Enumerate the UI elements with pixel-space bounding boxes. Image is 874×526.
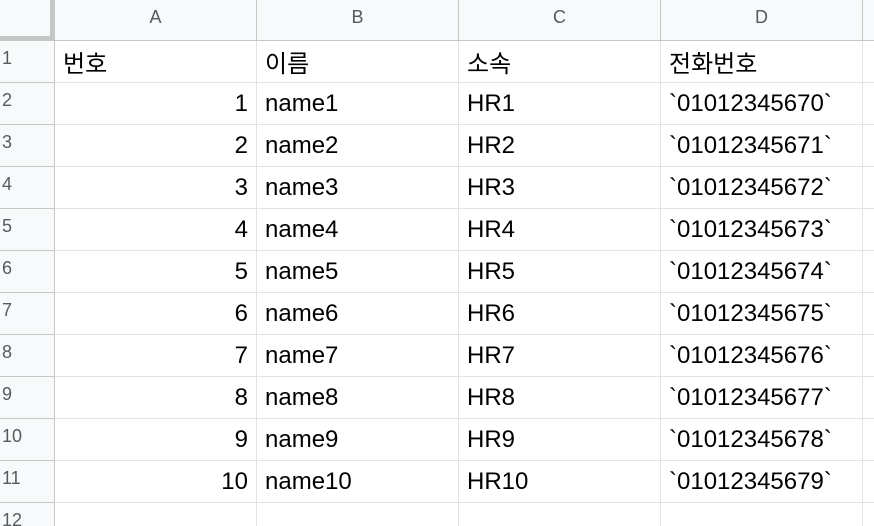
cell-e5[interactable] <box>863 209 874 251</box>
cell-c12[interactable] <box>459 503 661 526</box>
cell-d2[interactable]: `01012345670` <box>661 83 863 125</box>
cell-c3[interactable]: HR2 <box>459 125 661 167</box>
row-header-10[interactable]: 10 <box>0 419 55 461</box>
cell-c11[interactable]: HR10 <box>459 461 661 503</box>
row-header-2[interactable]: 2 <box>0 83 55 125</box>
cell-b6[interactable]: name5 <box>257 251 459 293</box>
cell-a11[interactable]: 10 <box>55 461 257 503</box>
cell-d12[interactable] <box>661 503 863 526</box>
cell-d11[interactable]: `01012345679` <box>661 461 863 503</box>
cell-d10[interactable]: `01012345678` <box>661 419 863 461</box>
cell-d7[interactable]: `01012345675` <box>661 293 863 335</box>
cell-b10[interactable]: name9 <box>257 419 459 461</box>
cell-b1[interactable]: 이름 <box>257 41 459 83</box>
cell-a2[interactable]: 1 <box>55 83 257 125</box>
spreadsheet-grid: A B C D 1 번호 이름 소속 전화번호 2 1 name1 HR1 `0… <box>0 0 874 526</box>
cell-b9[interactable]: name8 <box>257 377 459 419</box>
row-header-1[interactable]: 1 <box>0 41 55 83</box>
cell-b3[interactable]: name2 <box>257 125 459 167</box>
cell-d4[interactable]: `01012345672` <box>661 167 863 209</box>
cell-a3[interactable]: 2 <box>55 125 257 167</box>
cell-e7[interactable] <box>863 293 874 335</box>
cell-e9[interactable] <box>863 377 874 419</box>
column-header-c[interactable]: C <box>459 0 661 41</box>
cell-a12[interactable] <box>55 503 257 526</box>
row-header-4[interactable]: 4 <box>0 167 55 209</box>
cell-e12[interactable] <box>863 503 874 526</box>
cell-b4[interactable]: name3 <box>257 167 459 209</box>
cell-b12[interactable] <box>257 503 459 526</box>
cell-d5[interactable]: `01012345673` <box>661 209 863 251</box>
cell-c6[interactable]: HR5 <box>459 251 661 293</box>
cell-c7[interactable]: HR6 <box>459 293 661 335</box>
cell-d1[interactable]: 전화번호 <box>661 41 863 83</box>
column-header-b[interactable]: B <box>257 0 459 41</box>
cell-e10[interactable] <box>863 419 874 461</box>
cell-d9[interactable]: `01012345677` <box>661 377 863 419</box>
cell-d3[interactable]: `01012345671` <box>661 125 863 167</box>
cell-d8[interactable]: `01012345676` <box>661 335 863 377</box>
cell-b7[interactable]: name6 <box>257 293 459 335</box>
cell-b5[interactable]: name4 <box>257 209 459 251</box>
cell-b11[interactable]: name10 <box>257 461 459 503</box>
cell-c4[interactable]: HR3 <box>459 167 661 209</box>
cell-a9[interactable]: 8 <box>55 377 257 419</box>
row-header-8[interactable]: 8 <box>0 335 55 377</box>
row-header-6[interactable]: 6 <box>0 251 55 293</box>
cell-a8[interactable]: 7 <box>55 335 257 377</box>
row-header-3[interactable]: 3 <box>0 125 55 167</box>
cell-c5[interactable]: HR4 <box>459 209 661 251</box>
cell-a6[interactable]: 5 <box>55 251 257 293</box>
cell-a5[interactable]: 4 <box>55 209 257 251</box>
row-header-12[interactable]: 12 <box>0 503 55 526</box>
cell-c10[interactable]: HR9 <box>459 419 661 461</box>
row-header-7[interactable]: 7 <box>0 293 55 335</box>
cell-e8[interactable] <box>863 335 874 377</box>
cell-e3[interactable] <box>863 125 874 167</box>
cell-a1[interactable]: 번호 <box>55 41 257 83</box>
cell-c1[interactable]: 소속 <box>459 41 661 83</box>
row-header-9[interactable]: 9 <box>0 377 55 419</box>
column-header-a[interactable]: A <box>55 0 257 41</box>
row-header-11[interactable]: 11 <box>0 461 55 503</box>
cell-e4[interactable] <box>863 167 874 209</box>
cell-d6[interactable]: `01012345674` <box>661 251 863 293</box>
cell-e6[interactable] <box>863 251 874 293</box>
cell-e11[interactable] <box>863 461 874 503</box>
cell-e1[interactable] <box>863 41 874 83</box>
column-header-d[interactable]: D <box>661 0 863 41</box>
column-header-e[interactable] <box>863 0 874 41</box>
cell-c9[interactable]: HR8 <box>459 377 661 419</box>
cell-b2[interactable]: name1 <box>257 83 459 125</box>
select-all-corner[interactable] <box>0 0 55 41</box>
cell-c8[interactable]: HR7 <box>459 335 661 377</box>
spreadsheet: A B C D 1 번호 이름 소속 전화번호 2 1 name1 HR1 `0… <box>0 0 874 526</box>
cell-e2[interactable] <box>863 83 874 125</box>
row-header-5[interactable]: 5 <box>0 209 55 251</box>
cell-a7[interactable]: 6 <box>55 293 257 335</box>
cell-c2[interactable]: HR1 <box>459 83 661 125</box>
cell-a4[interactable]: 3 <box>55 167 257 209</box>
cell-b8[interactable]: name7 <box>257 335 459 377</box>
cell-a10[interactable]: 9 <box>55 419 257 461</box>
